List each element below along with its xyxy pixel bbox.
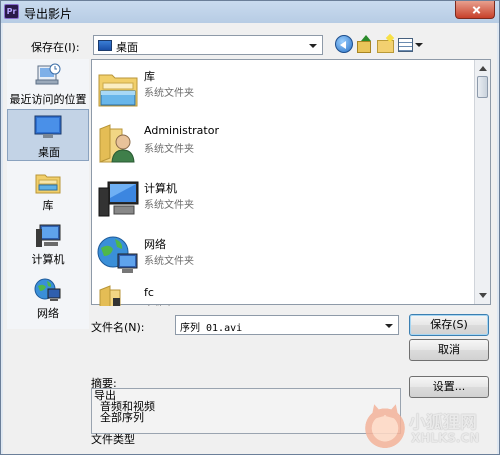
user-folder-icon [99, 124, 135, 163]
scroll-thumb[interactable] [477, 76, 488, 98]
places-bar: 最近访问的位置 桌面 库 计算机 网络 [7, 59, 89, 329]
file-item-administrator[interactable]: Administrator 系统文件夹 [92, 120, 462, 172]
file-item-computer[interactable]: 计算机 系统文件夹 [92, 176, 462, 228]
filename-label: 文件名(N): [91, 321, 145, 334]
network-icon [97, 236, 138, 273]
file-name: 库 [144, 70, 155, 83]
summary-line: 全部序列 [100, 411, 144, 424]
close-button[interactable] [455, 1, 495, 19]
place-network[interactable]: 网络 [7, 275, 89, 323]
summary-box: 导出 音频和视频 全部序列 [91, 388, 401, 434]
cancel-button[interactable]: 取消 [409, 339, 489, 361]
chevron-down-icon [309, 44, 317, 48]
file-name: 计算机 [144, 182, 177, 195]
watermark: 小狐狸网 XHLKS.CN [363, 400, 499, 452]
computer-icon [98, 181, 139, 217]
save-button[interactable]: 保存(S) [409, 314, 489, 336]
new-folder-icon[interactable] [376, 35, 394, 53]
dialog-body: 保存在(I): 桌面 最近访问的位置 桌面 库 计算机 网络 库 系统文件夹 A… [3, 23, 497, 454]
place-computer[interactable]: 计算机 [7, 221, 89, 269]
place-label: 最近访问的位置 [9, 93, 87, 106]
file-list-scrollbar[interactable] [474, 60, 490, 304]
place-desktop[interactable]: 桌面 [7, 109, 89, 161]
filename-input[interactable]: 序列 01.avi [175, 315, 399, 335]
save-in-label: 保存在(I): [31, 41, 80, 54]
folder-icon [99, 285, 121, 306]
file-name: Administrator [144, 124, 219, 137]
place-label: 网络 [37, 307, 59, 320]
back-icon[interactable] [335, 35, 353, 53]
save-in-value: 桌面 [116, 41, 138, 54]
chevron-down-icon[interactable] [385, 324, 393, 328]
settings-button[interactable]: 设置... [409, 376, 489, 398]
file-item-library[interactable]: 库 系统文件夹 [92, 64, 462, 116]
place-library[interactable]: 库 [7, 167, 89, 215]
file-list[interactable]: 库 系统文件夹 Administrator 系统文件夹 计算机 系统文件夹 网络… [91, 59, 491, 306]
watermark-text: 小狐狸网 [409, 413, 477, 433]
export-movie-dialog: Pr 导出影片 保存在(I): 桌面 最近访问的位置 桌面 库 计算机 网络 库… [0, 0, 500, 455]
place-label: 库 [42, 199, 54, 212]
window-title: 导出影片 [24, 7, 73, 21]
place-label: 计算机 [31, 253, 65, 266]
place-recent[interactable]: 最近访问的位置 [7, 63, 89, 106]
file-item-network[interactable]: 网络 系统文件夹 [92, 232, 462, 284]
save-in-dropdown[interactable]: 桌面 [93, 35, 323, 55]
file-name: fc [144, 286, 154, 299]
desktop-icon [34, 115, 62, 138]
view-menu-icon[interactable] [397, 35, 425, 53]
file-type: 系统文件夹 [144, 88, 194, 99]
file-item-fc[interactable]: fc 文件夹 [92, 282, 462, 306]
computer-icon [36, 224, 61, 247]
file-type: 系统文件夹 [144, 144, 194, 155]
file-name: 网络 [144, 238, 166, 251]
filename-value: 序列 01.avi [180, 323, 243, 334]
scroll-down-arrow-icon[interactable] [479, 293, 487, 298]
place-label: 桌面 [38, 146, 60, 159]
fox-logo-icon [363, 404, 407, 448]
desktop-icon [98, 40, 112, 51]
premiere-app-icon: Pr [4, 4, 19, 19]
title-bar[interactable]: Pr 导出影片 [1, 1, 499, 23]
network-icon [34, 278, 61, 301]
up-folder-icon[interactable] [355, 35, 373, 53]
file-type-label: 文件类型 [91, 433, 135, 446]
scroll-up-arrow-icon[interactable] [479, 66, 487, 71]
file-type: 系统文件夹 [144, 256, 194, 267]
file-type: 系统文件夹 [144, 200, 194, 211]
recent-places-icon [35, 63, 61, 85]
library-icon [35, 174, 61, 194]
library-folder-icon [98, 74, 138, 107]
file-type: 文件夹 [144, 302, 174, 306]
watermark-url: XHLKS.CN [411, 431, 480, 445]
